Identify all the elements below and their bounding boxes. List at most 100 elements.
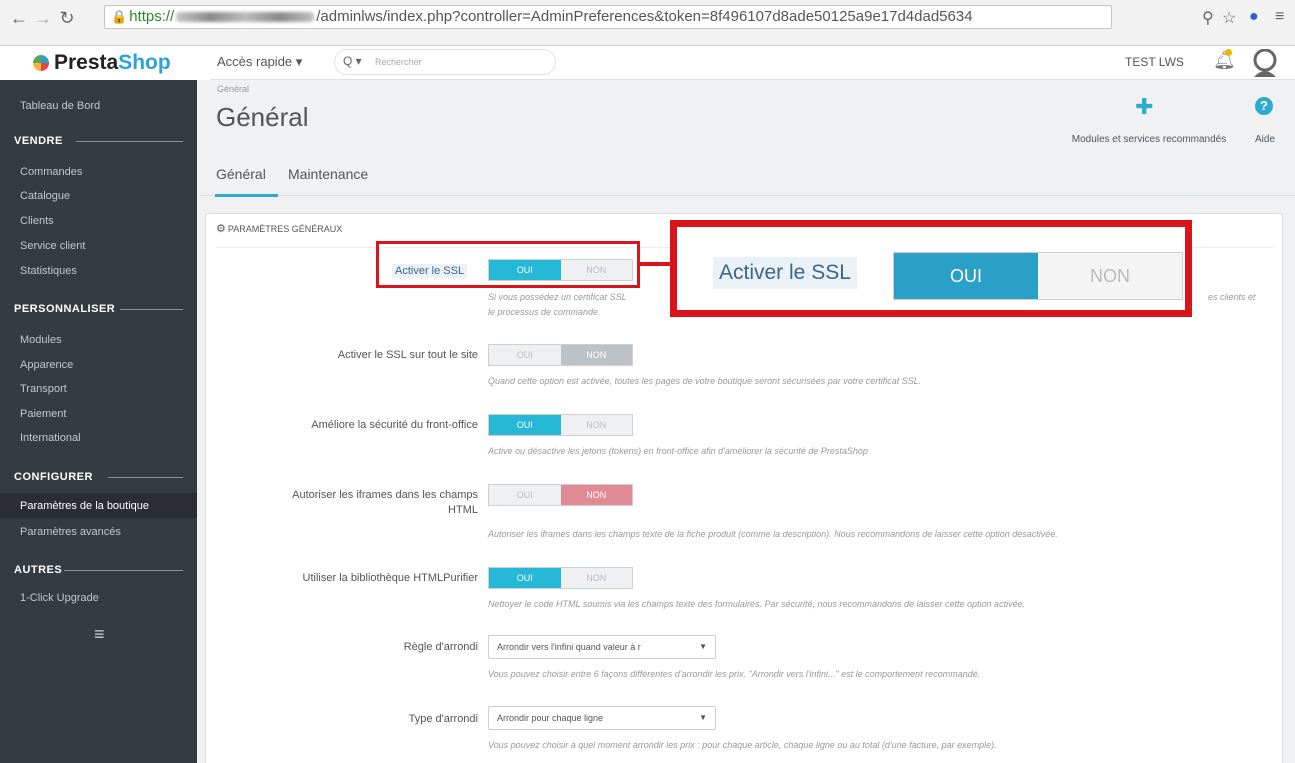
purifier-yes-option[interactable]: OUI [489,568,561,588]
highlight-box-small [376,241,640,288]
sidebar-item-1-click-upgrade[interactable]: 1-Click Upgrade [20,592,99,604]
ssl-all-switch[interactable]: OUI NON [488,344,633,366]
url-path: /adminlws/index.php?controller=AdminPref… [316,8,973,25]
browser-toolbar: ← → ↻ 🔒 https:// /adminlws/index.php?contr… [0,0,1295,46]
sidebar-item-customers[interactable]: Clients [20,215,54,227]
recommended-modules-button[interactable]: Modules et services recommandés [1056,134,1242,145]
divider [64,570,183,571]
sidebar-section-sell: VENDRE [14,135,63,147]
rounding-rule-select[interactable]: Arrondir vers l'infini quand valeur à r … [488,635,716,659]
collapse-menu-icon[interactable]: ≡ [94,624,105,645]
search-placeholder: Rechercher [375,57,422,67]
forward-icon[interactable]: → [32,8,54,29]
sidebar-item-shop-parameters[interactable]: Paramètres de la boutique [20,500,149,512]
page-title: Général [216,102,309,132]
sidebar-item-international[interactable]: International [20,432,81,444]
front-security-yes-option[interactable]: OUI [489,415,561,435]
rounding-type-help-text: Vous pouvez choisir à quel moment arrond… [488,740,997,750]
purifier-help-text: Nettoyer le code HTML soumis via les cha… [488,599,1026,609]
breadcrumb[interactable]: Général [217,84,249,94]
rounding-type-select[interactable]: Arrondir pour chaque ligne ▼ [488,706,716,730]
shop-name-link[interactable]: TEST LWS [1125,55,1184,69]
rounding-rule-value: Arrondir vers l'infini quand valeur à r [497,642,641,652]
sidebar-item-catalog[interactable]: Catalogue [20,190,70,202]
rounding-rule-label: Règle d'arrondi [403,641,478,653]
zoom-ssl-label: Activer le SSL [713,257,857,289]
zoom-ssl-switch: OUI NON [893,252,1183,300]
ssl-all-label: Activer le SSL sur tout le site [337,349,478,361]
active-tab-indicator [215,194,278,197]
sidebar-item-modules[interactable]: Modules [20,334,62,346]
rounding-type-value: Arrondir pour chaque ligne [497,713,604,723]
iframes-help-text: Autoriser les iframes dans les champs te… [488,529,1058,539]
reload-icon[interactable]: ↻ [56,8,78,29]
browser-menu-icon[interactable]: ≡ [1275,8,1284,26]
purifier-no-option[interactable]: NON [561,568,633,588]
puzzle-icon[interactable]: ✚ [1135,94,1153,120]
iframes-label-line2: HTML [448,504,478,516]
tab-general[interactable]: Général [216,166,266,182]
ssl-all-yes-option[interactable]: OUI [489,345,561,365]
user-avatar-icon[interactable] [1252,49,1278,77]
logo-text: PrestaShop [54,51,171,74]
sidebar-item-stats[interactable]: Statistiques [20,265,77,277]
quick-access-menu[interactable]: Accès rapide ▾ [217,54,302,70]
search-input[interactable]: Q ▾ Rechercher [334,49,556,75]
divider [120,309,183,310]
prestashop-logo[interactable]: PrestaShop [0,46,210,80]
sidebar-item-dashboard[interactable]: Tableau de Bord [20,100,100,112]
sidebar-section-others: AUTRES [14,564,63,576]
gears-icon: ⚙ [216,223,226,235]
sidebar-item-shipping[interactable]: Transport [20,383,67,395]
front-security-switch[interactable]: OUI NON [488,414,633,436]
url-scheme: https:// [129,8,175,25]
sidebar-item-advanced-parameters[interactable]: Paramètres avancés [20,526,121,538]
rounding-type-label: Type d'arrondi [408,713,478,725]
extension-icon[interactable]: ● [1249,8,1259,26]
help-icon[interactable]: ? [1255,97,1273,115]
chevron-down-icon: ▼ [699,713,707,722]
zoom-yes-option: OUI [894,253,1038,299]
back-icon[interactable]: ← [8,8,30,29]
ssl-all-help-text: Quand cette option est activée, toutes l… [488,376,922,386]
sidebar-item-orders[interactable]: Commandes [20,166,82,178]
sidebar-item-payment[interactable]: Paiement [20,408,66,420]
zoom-callout: Activer le SSL OUI NON [670,220,1192,317]
panel-title: PARAMÈTRES GÉNÉRAUX [227,224,343,234]
sidebar-section-configure: CONFIGURER [14,471,93,483]
notification-badge [1225,49,1232,56]
sidebar: Tableau de Bord VENDRE Commandes Catalog… [0,80,197,763]
ssl-all-no-option[interactable]: NON [560,345,632,365]
purifier-label: Utiliser la bibliothèque HTMLPurifier [302,572,478,584]
logo-mark-icon [33,55,49,71]
rounding-rule-help-text: Vous pouvez choisir entre 6 façons diffé… [488,669,981,679]
front-security-label: Améliore la sécurité du front-office [311,419,478,431]
front-security-help-text: Active ou désactive les jetons (tokens) … [488,446,868,456]
purifier-switch[interactable]: OUI NON [488,567,633,589]
sidebar-item-appearance[interactable]: Apparence [20,359,73,371]
ssl-help-text-line2: le processus de commande. [488,307,601,317]
sidebar-item-customer-service[interactable]: Service client [20,240,85,252]
iframes-no-option[interactable]: NON [560,485,632,505]
chevron-down-icon: ▼ [699,642,707,651]
iframes-switch[interactable]: OUI NON [488,484,633,506]
tab-bar: Général Maintenance [200,150,1295,197]
search-icon[interactable]: Q ▾ [343,54,362,68]
blurred-domain [176,12,315,23]
divider [76,141,183,142]
ssl-help-text: Si vous possédez un certificat SSL [488,292,627,302]
bookmark-star-icon[interactable]: ☆ [1222,8,1236,28]
lock-icon: 🔒 [111,9,128,24]
help-button[interactable]: Aide [1249,134,1281,145]
tab-maintenance[interactable]: Maintenance [288,166,368,182]
iframes-label: Autoriser les iframes dans les champs [292,489,478,501]
zoom-icon[interactable]: ⚲ [1202,8,1214,28]
iframes-yes-option[interactable]: OUI [489,485,561,505]
sidebar-section-customize: PERSONNALISER [14,303,116,315]
front-security-no-option[interactable]: NON [561,415,633,435]
zoom-no-option: NON [1090,266,1130,286]
address-bar[interactable]: 🔒 https:// /adminlws/index.php?controller=… [104,5,1112,29]
ssl-help-text-tail: es clients et [1208,292,1256,302]
highlight-connector [640,262,670,266]
divider [108,477,183,478]
